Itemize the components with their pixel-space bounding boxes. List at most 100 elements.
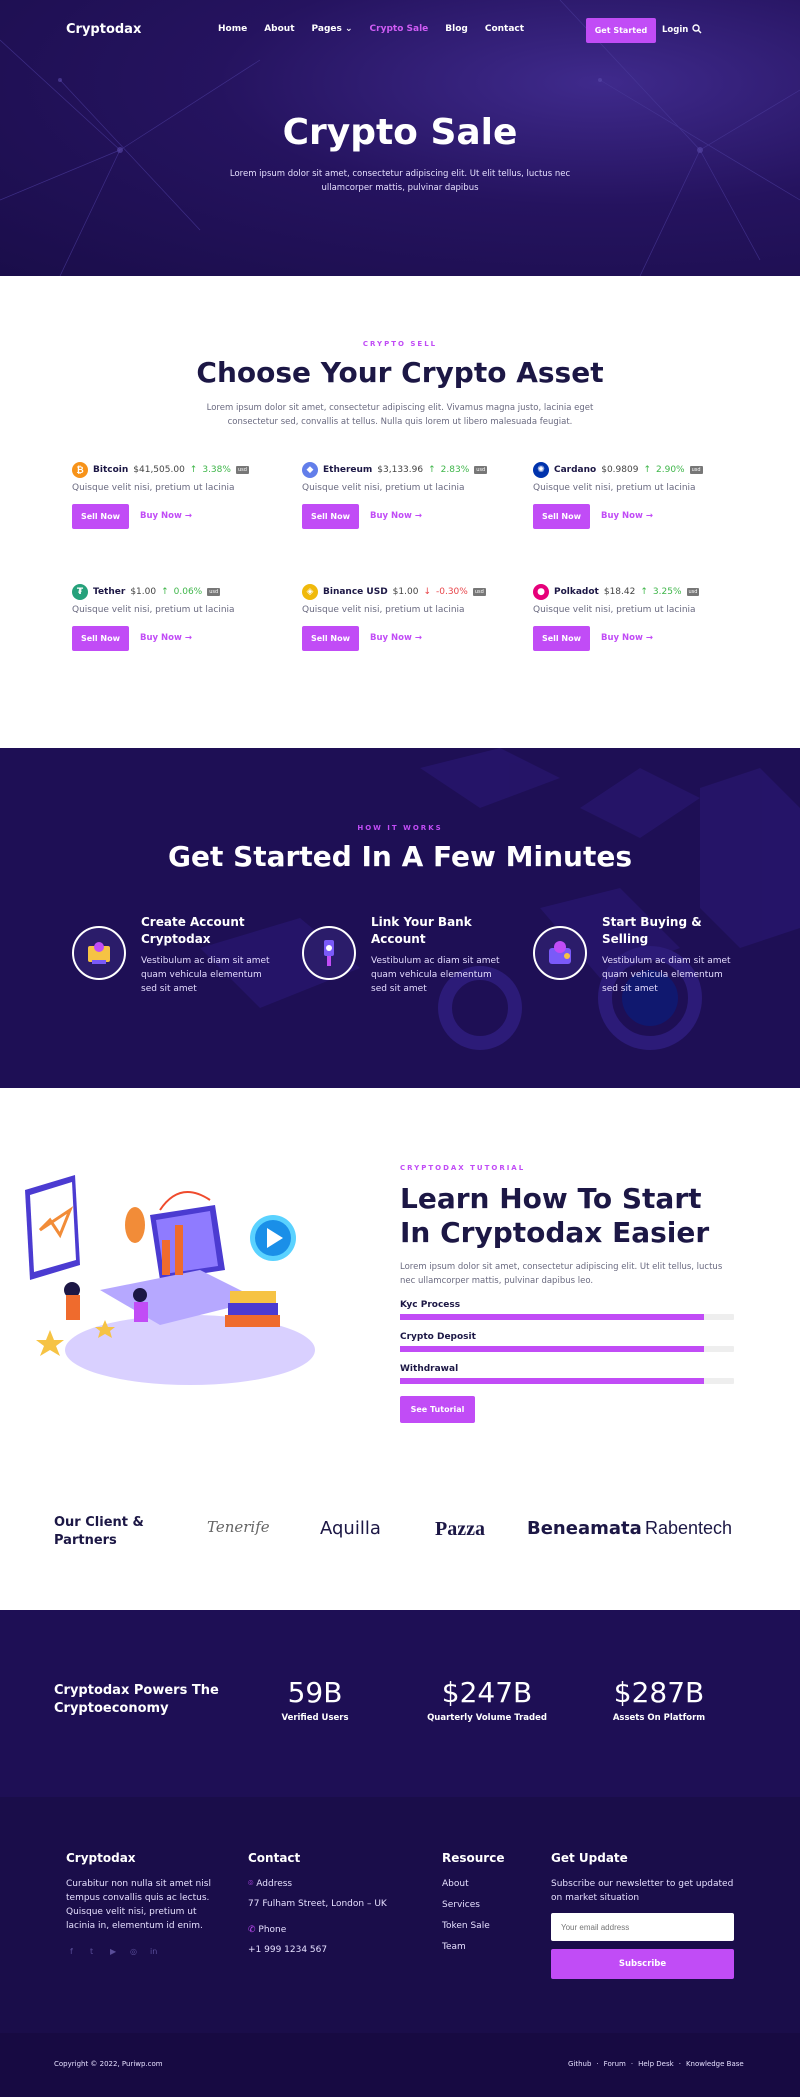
phone-row: ✆ Phone — [248, 1923, 286, 1937]
facebook-icon[interactable]: f — [70, 1947, 80, 1957]
how-it-works-section: HOW IT WORKS Get Started In A Few Minute… — [0, 748, 800, 1088]
nav-item-pages-label: Pages — [311, 24, 342, 34]
buy-now-label: Buy Now — [140, 633, 182, 643]
get-started-button[interactable]: Get Started — [586, 18, 656, 43]
sell-now-button[interactable]: Sell Now — [533, 626, 590, 651]
coin-price: $18.42 — [603, 587, 636, 597]
buy-now-link[interactable]: Buy Now → — [370, 511, 422, 521]
stat-label: Verified Users — [281, 1713, 349, 1723]
login-link[interactable]: Login — [662, 25, 688, 35]
coin-header: ● Polkadot $18.42 ↑ 3.25% usd — [533, 584, 700, 600]
sell-now-button[interactable]: Sell Now — [302, 626, 359, 651]
resource-link-team[interactable]: Team — [442, 1940, 466, 1954]
footer-link-github[interactable]: Github — [568, 2060, 591, 2068]
buy-now-link[interactable]: Buy Now → — [370, 633, 422, 643]
usd-badge: usd — [686, 588, 700, 596]
site-logo[interactable]: Cryptodax — [66, 22, 141, 37]
footer-link-forum[interactable]: Forum — [604, 2060, 626, 2068]
instagram-icon[interactable]: ◎ — [130, 1947, 140, 1957]
coin-change: 3.25% — [652, 587, 682, 597]
withdrawal-progress-fill — [400, 1378, 704, 1384]
sell-now-button[interactable]: Sell Now — [533, 504, 590, 529]
buy-now-link[interactable]: Buy Now → — [140, 511, 192, 521]
deposit-progress-bar — [400, 1346, 734, 1352]
coin-price: $1.00 — [392, 587, 419, 597]
footer-brand: Cryptodax — [66, 1851, 136, 1865]
see-tutorial-button[interactable]: See Tutorial — [400, 1396, 475, 1423]
twitter-icon[interactable]: t — [90, 1947, 100, 1957]
subscribe-button[interactable]: Subscribe — [551, 1949, 734, 1979]
phone-text: +1 999 1234 567 — [248, 1945, 328, 1955]
arrow-right-icon: → — [645, 511, 653, 521]
hero-section: Cryptodax Home About Pages ⌄ Crypto Sale… — [0, 0, 800, 276]
polkadot-icon: ● — [533, 584, 549, 600]
arrow-right-icon: → — [184, 511, 192, 521]
buy-now-link[interactable]: Buy Now → — [140, 633, 192, 643]
coin-header: ✺ Cardano $0.9809 ↑ 2.90% usd — [533, 462, 703, 478]
arrow-up-icon: ↑ — [161, 587, 169, 597]
resource-link-about[interactable]: About — [442, 1877, 469, 1891]
nav-item-crypto-sale[interactable]: Crypto Sale — [370, 24, 429, 34]
nav-item-contact[interactable]: Contact — [485, 24, 524, 34]
coin-price: $0.9809 — [601, 465, 639, 475]
coin-header: ₮ Tether $1.00 ↑ 0.06% usd — [72, 584, 221, 600]
kyc-progress-bar — [400, 1314, 734, 1320]
coin-description: Quisque velit nisi, pretium ut lacinia — [533, 605, 696, 615]
sell-now-button[interactable]: Sell Now — [72, 626, 129, 651]
step-title: Link Your Bank Account — [371, 915, 472, 946]
youtube-icon[interactable]: ▶ — [110, 1947, 120, 1957]
stat-value: $287B — [613, 1676, 705, 1709]
coin-description: Quisque velit nisi, pretium ut lacinia — [72, 605, 235, 615]
tutorial-eyebrow: CRYPTODAX TUTORIAL — [400, 1164, 526, 1172]
coin-name: Ethereum — [323, 465, 373, 475]
partner-logo-pazza: Pazza — [435, 1518, 485, 1540]
address-text: 77 Fulham Street, London – UK — [248, 1899, 387, 1909]
nav-item-blog[interactable]: Blog — [445, 24, 468, 34]
buy-now-link[interactable]: Buy Now → — [601, 511, 653, 521]
step-title: Start Buying & Selling — [602, 915, 702, 946]
tutorial-illustration — [25, 1175, 315, 1385]
arrow-up-icon: ↑ — [643, 465, 651, 475]
coin-change: 2.83% — [440, 465, 470, 475]
resource-link-token-sale[interactable]: Token Sale — [442, 1919, 490, 1933]
kyc-progress-fill — [400, 1314, 704, 1320]
arrow-right-icon: → — [414, 633, 422, 643]
stats-title: Cryptodax Powers The Cryptoeconomy — [54, 1683, 219, 1716]
nav-item-pages[interactable]: Pages ⌄ — [312, 24, 353, 34]
partners-title: Our Client & Partners — [54, 1515, 144, 1548]
coin-description: Quisque velit nisi, pretium ut lacinia — [533, 483, 696, 493]
coin-description: Quisque velit nisi, pretium ut lacinia — [302, 483, 465, 493]
coin-description: Quisque velit nisi, pretium ut lacinia — [72, 483, 235, 493]
hero-title: Crypto Sale — [282, 112, 518, 153]
footer-about: Curabitur non nulla sit amet nisl tempus… — [66, 1879, 211, 1931]
wallet-illustration-icon — [533, 926, 587, 980]
coin-name: Tether — [93, 587, 126, 597]
location-pin-icon: ⌾ — [248, 1879, 254, 1889]
buy-now-link[interactable]: Buy Now → — [601, 633, 653, 643]
how-eyebrow: HOW IT WORKS — [357, 824, 443, 832]
cardano-icon: ✺ — [533, 462, 549, 478]
usd-badge: usd — [472, 588, 486, 596]
step-title: Create Account Cryptodax — [141, 915, 245, 946]
resource-link-services[interactable]: Services — [442, 1898, 480, 1912]
tether-icon: ₮ — [72, 584, 88, 600]
nav-item-about[interactable]: About — [264, 24, 294, 34]
newsletter-email-input[interactable] — [551, 1913, 734, 1941]
sell-now-button[interactable]: Sell Now — [302, 504, 359, 529]
search-icon[interactable] — [692, 24, 702, 34]
usd-badge: usd — [474, 466, 488, 474]
coin-name: Cardano — [554, 465, 597, 475]
linkedin-icon[interactable]: in — [150, 1947, 160, 1957]
footer-link-knowledge-base[interactable]: Knowledge Base — [686, 2060, 744, 2068]
coin-change: 3.38% — [202, 465, 231, 475]
sell-now-button[interactable]: Sell Now — [72, 504, 129, 529]
footer-link-help-desk[interactable]: Help Desk — [638, 2060, 674, 2068]
coin-header: ◆ Ethereum $3,133.96 ↑ 2.83% usd — [302, 462, 488, 478]
separator-dot: · — [630, 2060, 634, 2068]
footer-bottom-links: Github · Forum · Help Desk · Knowledge Base — [568, 2060, 744, 2068]
assets-eyebrow: CRYPTO SELL — [362, 340, 438, 348]
stat-volume: $247B Quarterly Volume Traded — [412, 1676, 562, 1723]
phone-label: Phone — [258, 1925, 287, 1935]
nav-item-home[interactable]: Home — [218, 24, 247, 34]
coin-change: -0.30% — [435, 587, 468, 597]
